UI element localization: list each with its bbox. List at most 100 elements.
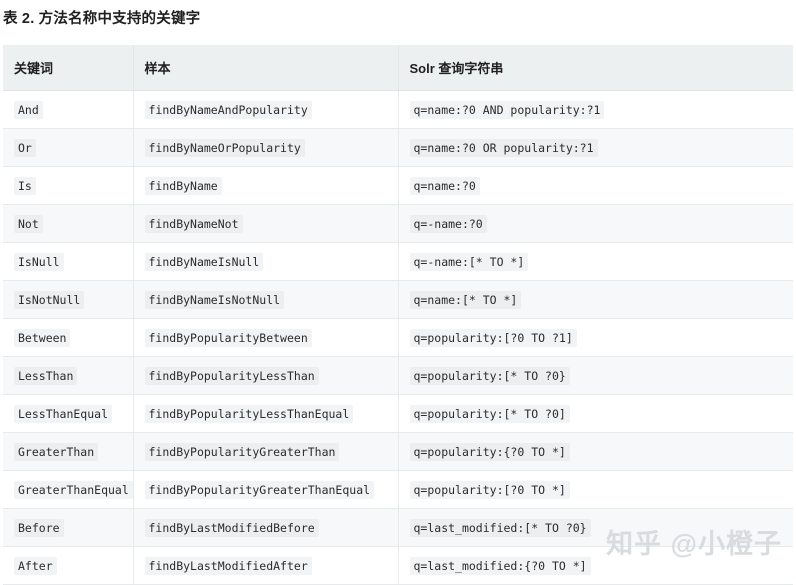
table-row: IsNotNull findByNameIsNotNull q=name:[* TO… [3, 280, 793, 319]
cell-keyword-code: Or [14, 138, 36, 157]
table-row: Is findByName q=name:?0 [3, 166, 793, 205]
cell-sample: findByNameAndPopularity [133, 90, 399, 129]
cell-query-code: q=popularity:[* TO ?0] [409, 404, 570, 423]
cell-sample: findByLastModifiedBefore [133, 508, 399, 547]
cell-query: q=name:?0 [398, 166, 793, 205]
table-row: LessThan findByPopularityLessThan q=popula… [3, 356, 793, 395]
cell-query: q=popularity:{?0 TO *] [398, 432, 793, 471]
cell-keyword: Before [3, 508, 134, 547]
cell-sample: findByPopularityBetween [133, 318, 399, 357]
cell-keyword: Between [3, 318, 134, 357]
table-header-row: 关键词 样本 Solr 查询字符串 [3, 45, 793, 91]
cell-sample: findByName [133, 166, 399, 205]
cell-sample-code: findByNameNot [144, 214, 243, 233]
cell-query: q=-name:?0 [398, 204, 793, 243]
cell-keyword: And [3, 90, 134, 129]
cell-query-code: q=name:[* TO *] [409, 290, 522, 309]
table-row: GreaterThan findByPopularityGreaterThan q=… [3, 432, 793, 471]
cell-sample-code: findByNameIsNotNull [144, 290, 285, 309]
cell-query-code: q=popularity:[?0 TO *] [409, 480, 570, 499]
cell-keyword-code: GreaterThanEqual [14, 480, 132, 499]
cell-query-code: q=last_modified:{?0 TO *] [409, 556, 591, 575]
cell-keyword: LessThan [3, 356, 134, 395]
cell-query: q=name:?0 AND popularity:?1 [398, 90, 793, 129]
cell-keyword-code: Not [14, 214, 43, 233]
cell-query: q=last_modified:[* TO ?0} [398, 508, 793, 547]
cell-keyword-code: LessThanEqual [14, 404, 113, 423]
cell-keyword: LessThanEqual [3, 394, 134, 433]
cell-keyword: Not [3, 204, 134, 243]
cell-keyword-code: Before [14, 518, 64, 537]
cell-keyword: IsNotNull [3, 280, 134, 319]
column-header-query: Solr 查询字符串 [398, 45, 793, 91]
table-header: 关键词 样本 Solr 查询字符串 [3, 45, 793, 91]
cell-keyword: GreaterThanEqual [3, 470, 134, 509]
table-body: And findByNameAndPopularity q=name:?0 AND … [3, 90, 793, 585]
table-row: Before findByLastModifiedBefore q=last_mod… [3, 508, 793, 547]
cell-sample-code: findByNameAndPopularity [144, 100, 312, 119]
table-row: Or findByNameOrPopularity q=name:?0 OR pop… [3, 128, 793, 167]
cell-query-code: q=-name:[* TO *] [409, 252, 529, 271]
cell-sample: findByLastModifiedAfter [133, 546, 399, 585]
cell-query-code: q=name:?0 [409, 176, 480, 195]
cell-query-code: q=popularity:[* TO ?0} [409, 366, 570, 385]
cell-sample: findByNameOrPopularity [133, 128, 399, 167]
cell-keyword-code: And [14, 100, 43, 119]
cell-keyword-code: After [14, 556, 57, 575]
cell-keyword: GreaterThan [3, 432, 134, 471]
cell-sample-code: findByNameOrPopularity [144, 138, 305, 157]
cell-keyword-code: Between [14, 328, 71, 347]
cell-sample-code: findByLastModifiedBefore [144, 518, 319, 537]
cell-query: q=name:[* TO *] [398, 280, 793, 319]
cell-sample: findByNameIsNull [133, 242, 399, 281]
keywords-table: 关键词 样本 Solr 查询字符串 And findByNameAndPopula… [3, 45, 793, 585]
cell-keyword-code: GreaterThan [14, 442, 99, 461]
cell-sample: findByPopularityLessThanEqual [133, 394, 399, 433]
cell-query-code: q=popularity:[?0 TO ?1] [409, 328, 577, 347]
cell-keyword-code: IsNotNull [14, 290, 85, 309]
page-title: 表 2. 方法名称中支持的关键字 [3, 11, 201, 27]
table-row: And findByNameAndPopularity q=name:?0 AND … [3, 90, 793, 129]
cell-query: q=name:?0 OR popularity:?1 [398, 128, 793, 167]
cell-query: q=last_modified:{?0 TO *] [398, 546, 793, 585]
cell-sample: findByPopularityGreaterThan [133, 432, 399, 471]
cell-query-code: q=last_modified:[* TO ?0} [409, 518, 591, 537]
cell-sample: findByPopularityLessThan [133, 356, 399, 395]
cell-query: q=popularity:[?0 TO *] [398, 470, 793, 509]
table-row: IsNull findByNameIsNull q=-name:[* TO *] [3, 242, 793, 281]
cell-query-code: q=-name:?0 [409, 214, 487, 233]
cell-sample-code: findByLastModifiedAfter [144, 556, 312, 575]
column-header-sample: 样本 [133, 45, 399, 91]
cell-keyword: IsNull [3, 242, 134, 281]
table-row: After findByLastModifiedAfter q=last_modif… [3, 546, 793, 585]
column-header-keyword: 关键词 [3, 45, 134, 91]
table-row: Not findByNameNot q=-name:?0 [3, 204, 793, 243]
table-row: GreaterThanEqual findByPopularityGreaterT… [3, 470, 793, 509]
cell-sample-code: findByPopularityBetween [144, 328, 312, 347]
table-row: Between findByPopularityBetween q=populari… [3, 318, 793, 357]
cell-sample-code: findByPopularityLessThan [144, 366, 319, 385]
cell-sample: findByNameNot [133, 204, 399, 243]
cell-keyword-code: LessThan [14, 366, 78, 385]
cell-keyword: Is [3, 166, 134, 205]
cell-query: q=popularity:[?0 TO ?1] [398, 318, 793, 357]
cell-query: q=-name:[* TO *] [398, 242, 793, 281]
cell-sample: findByPopularityGreaterThanEqual [133, 470, 399, 509]
cell-query-code: q=popularity:{?0 TO *] [409, 442, 570, 461]
table-row: LessThanEqual findByPopularityLessThanEqu… [3, 394, 793, 433]
cell-sample-code: findByName [144, 176, 222, 195]
cell-sample-code: findByPopularityGreaterThan [144, 442, 340, 461]
cell-query-code: q=name:?0 OR popularity:?1 [409, 138, 598, 157]
cell-keyword: After [3, 546, 134, 585]
cell-sample-code: findByPopularityGreaterThanEqual [144, 480, 375, 499]
cell-query-code: q=name:?0 AND popularity:?1 [409, 100, 605, 119]
cell-keyword: Or [3, 128, 134, 167]
cell-query: q=popularity:[* TO ?0] [398, 394, 793, 433]
cell-keyword-code: Is [14, 176, 36, 195]
cell-sample-code: findByNameIsNull [144, 252, 264, 271]
cell-keyword-code: IsNull [14, 252, 64, 271]
table-page: 表 2. 方法名称中支持的关键字 关键词 样本 Solr 查询字符串 And fi… [0, 0, 796, 585]
cell-query: q=popularity:[* TO ?0} [398, 356, 793, 395]
cell-sample: findByNameIsNotNull [133, 280, 399, 319]
cell-sample-code: findByPopularityLessThanEqual [144, 404, 354, 423]
